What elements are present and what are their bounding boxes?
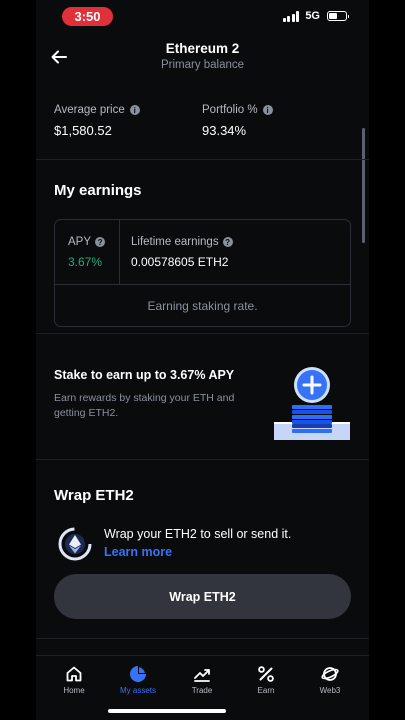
- stake-promo-description: Earn rewards by staking your ETH and get…: [54, 392, 235, 419]
- staking-rate-note: Earning staking rate.: [147, 299, 258, 313]
- learn-more-link[interactable]: Learn more: [104, 545, 172, 559]
- staking-coins-icon: [274, 367, 350, 440]
- page-subtitle: Primary balance: [160, 59, 245, 71]
- wrap-eth2-button[interactable]: Wrap ETH2: [54, 574, 351, 619]
- network-type: 5G: [305, 10, 320, 22]
- wrap-description: Wrap your ETH2 to sell or send it.: [104, 527, 292, 541]
- trend-icon: [194, 669, 210, 682]
- divider: [36, 159, 369, 160]
- nav-home-label: Home: [63, 686, 85, 695]
- percent-icon: [258, 666, 274, 682]
- home-icon: [66, 666, 82, 682]
- wrap-eth2-icon: [58, 527, 92, 561]
- scrollbar[interactable]: [362, 128, 365, 243]
- info-icon[interactable]: i: [129, 105, 140, 115]
- status-icons: 5G: [282, 10, 349, 22]
- nav-web3-label: Web3: [319, 686, 341, 695]
- divider: [36, 638, 369, 639]
- nav-earn[interactable]: Earn: [236, 665, 296, 695]
- signal-icon: [282, 10, 300, 22]
- globe-orbit-icon: [321, 667, 339, 681]
- pie-chart-icon: [130, 666, 146, 682]
- apy-label: APY: [68, 236, 92, 248]
- stake-promo-title: Stake to earn up to 3.67% APY: [54, 368, 235, 382]
- average-price-value: $1,580.52: [54, 123, 112, 138]
- earnings-card: APY ? 3.67% Lifetime earnings ? 0.005786…: [54, 219, 351, 327]
- wrap-title: Wrap ETH2: [54, 487, 134, 504]
- battery-icon: [327, 11, 349, 21]
- portfolio-percent-label: Portfolio %: [202, 104, 258, 116]
- portfolio-percent-stat: Portfolio % i 93.34%: [202, 104, 273, 138]
- portfolio-percent-value: 93.34%: [202, 123, 247, 138]
- info-icon[interactable]: ?: [95, 237, 106, 247]
- nav-earn-label: Earn: [257, 686, 275, 695]
- earnings-title: My earnings: [54, 182, 142, 199]
- nav-home[interactable]: Home: [44, 665, 104, 695]
- divider: [36, 459, 369, 460]
- nav-trade[interactable]: Trade: [172, 665, 232, 695]
- lifetime-earnings-label: Lifetime earnings: [131, 236, 219, 248]
- nav-trade-label: Trade: [191, 686, 213, 695]
- apy-value: 3.67%: [68, 255, 103, 269]
- home-indicator[interactable]: [108, 709, 226, 713]
- app-screen: 3:50 5G Ethereum 2 Primary balance Avera…: [36, 0, 369, 720]
- average-price-stat: Average price i $1,580.52: [54, 104, 140, 138]
- header: Ethereum 2 Primary balance: [36, 34, 369, 82]
- status-time: 3:50: [62, 7, 113, 26]
- page-title: Ethereum 2: [165, 41, 240, 56]
- divider: [36, 333, 369, 334]
- info-icon[interactable]: i: [262, 105, 273, 115]
- info-icon[interactable]: ?: [222, 237, 233, 247]
- nav-my-assets-label: My assets: [119, 686, 156, 695]
- nav-web3[interactable]: Web3: [300, 665, 360, 695]
- lifetime-earnings-value: 0.00578605 ETH2: [131, 255, 229, 269]
- nav-my-assets[interactable]: My assets: [108, 665, 168, 695]
- average-price-label: Average price: [54, 104, 125, 116]
- status-bar: 3:50 5G: [36, 0, 369, 34]
